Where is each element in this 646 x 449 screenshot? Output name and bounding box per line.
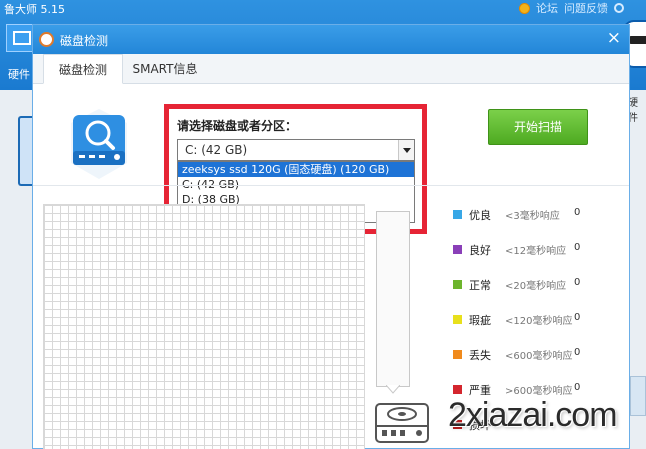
chevron-down-icon[interactable] [398,140,414,160]
app-left-tab-label[interactable]: 硬件 [8,66,30,82]
legend-count: 0 [574,277,581,288]
legend-swatch [453,350,462,359]
legend-range: >600毫秒响应 [505,386,573,397]
disk-select-label: 请选择磁盘或者分区： [177,119,298,133]
legend-count: 0 [574,347,581,358]
start-scan-button[interactable]: 开始扫描 [488,109,588,145]
scan-progress-track [376,211,410,387]
dropdown-option-ssd[interactable]: zeeksys ssd 120G (固态硬盘) (120 GB) [178,162,414,177]
hardware-monitor-icon[interactable] [6,24,34,52]
legend-count: 0 [574,382,581,393]
legend-swatch [453,245,462,254]
legend-name: 优良 [469,209,491,222]
hard-drive-icon [375,403,429,443]
legend-name: 瑕疵 [469,314,491,327]
app-logo-icon [39,32,54,47]
legend-swatch [453,280,462,289]
legend-name: 良好 [469,244,491,257]
legend-range: <20毫秒响应 [505,281,567,292]
legend-count: 0 [574,207,581,218]
legend-range: <120毫秒响应 [505,316,573,327]
legend-row: 良好 <12毫秒响应 0 [453,242,633,258]
dialog-tabs: 磁盘检测 SMART信息 [33,54,629,84]
app-right-side-label: 硬件 [628,98,638,124]
section-divider [33,185,629,186]
legend-range: <12毫秒响应 [505,246,567,257]
legend-range: <3毫秒响应 [505,211,560,222]
tab-disk-check[interactable]: 磁盘检测 [43,54,123,84]
legend-row: 正常 <20毫秒响应 0 [453,277,633,293]
settings-icon[interactable] [614,3,624,13]
app-side-panel-edge [18,116,32,186]
legend-count: 0 [574,312,581,323]
legend-swatch [453,385,462,394]
legend-count: 0 [574,242,581,253]
dialog-title: 磁盘检测 [60,34,109,48]
legend-row: 瑕疵 <120毫秒响应 0 [453,312,633,328]
legend-row: 优良 <3毫秒响应 0 [453,207,633,223]
disk-select-value: C: (42 GB) [185,143,248,157]
coin-icon [519,2,530,14]
pointer-down-icon [386,385,400,394]
legend-range: <600毫秒响应 [505,351,573,362]
forum-link[interactable]: 论坛 [536,0,558,16]
disk-search-icon [71,109,127,179]
app-title: 鲁大师 5.15 [4,3,65,16]
feedback-link[interactable]: 问题反馈 [564,0,608,16]
legend-name: 正常 [469,279,491,292]
app-top-links: 论坛 问题反馈 [519,0,624,16]
disk-check-dialog: 磁盘检测 × 磁盘检测 SMART信息 请选择磁盘或者分区： C: (42 GB… [32,24,630,449]
tab-smart-info[interactable]: SMART信息 [123,54,207,84]
legend-swatch [453,210,462,219]
close-icon[interactable]: × [607,28,621,48]
legend-swatch [453,315,462,324]
disk-select[interactable]: C: (42 GB) [177,139,415,161]
dialog-titlebar: 磁盘检测 × [33,25,629,54]
site-watermark: 2xiazai.com [448,396,618,434]
disk-block-grid [43,204,365,449]
legend-name: 丢失 [469,349,491,362]
legend-row: 丢失 <600毫秒响应 0 [453,347,633,363]
